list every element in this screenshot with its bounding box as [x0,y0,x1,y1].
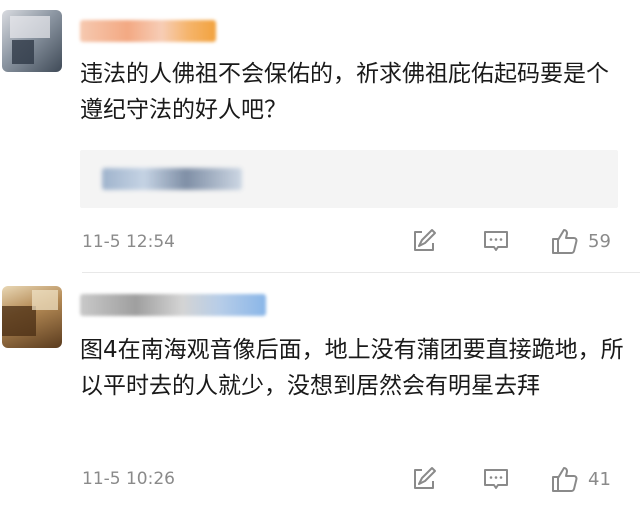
avatar[interactable] [2,10,62,72]
like-count: 59 [588,230,611,252]
share-icon [410,465,438,493]
like-icon [550,226,580,256]
comment-icon [482,227,510,255]
divider [82,272,640,273]
comment-item: 图4在南海观音像后面，地上没有蒲团要直接跪地，所以平时去的人就少，没想到居然会有… [0,274,640,508]
quoted-reply-text-blurred [102,168,242,190]
comment-button[interactable] [482,226,510,256]
comment-text: 图4在南海观音像后面，地上没有蒲团要直接跪地，所以平时去的人就少，没想到居然会有… [80,337,624,399]
comment-item: 违法的人佛祖不会保佑的，祈求佛祖庇佑起码要是个遵纪守法的好人吧？ 11-5 12… [0,0,640,272]
comment-button[interactable] [482,464,510,494]
username[interactable] [80,294,266,316]
share-button[interactable] [410,226,438,256]
share-icon [410,227,438,255]
quoted-reply[interactable] [80,150,618,208]
username[interactable] [80,20,216,42]
like-icon [550,464,580,494]
comment-timestamp: 11-5 12:54 [82,232,175,252]
avatar[interactable] [2,286,62,348]
like-button[interactable]: 59 [550,226,611,256]
comment-icon [482,465,510,493]
share-button[interactable] [410,464,438,494]
comment-timestamp: 11-5 10:26 [82,469,175,489]
like-button[interactable]: 41 [550,464,611,494]
like-count: 41 [588,468,611,490]
comment-text: 违法的人佛祖不会保佑的，祈求佛祖庇佑起码要是个遵纪守法的好人吧？ [80,61,609,123]
